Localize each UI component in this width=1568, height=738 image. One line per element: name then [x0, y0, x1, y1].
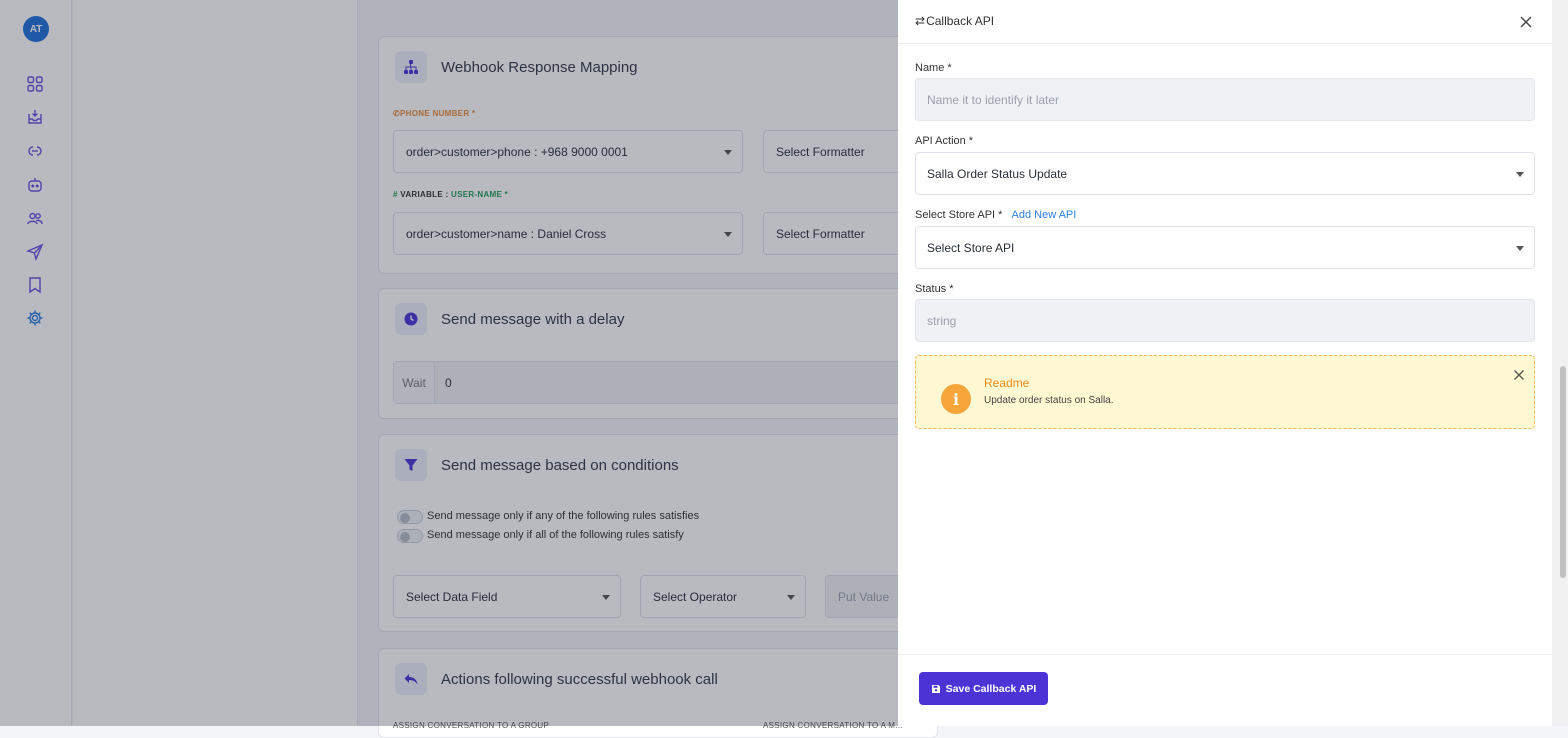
- close-icon[interactable]: [1519, 15, 1533, 29]
- scrollbar-track[interactable]: [1552, 0, 1568, 726]
- readme-close-icon[interactable]: [1513, 368, 1525, 380]
- name-label: Name *: [915, 62, 952, 74]
- readme-title: Readme: [984, 376, 1030, 390]
- callback-api-drawer: ⇄ Callback API Name * Name it to identify…: [898, 0, 1552, 726]
- drawer-title: ⇄ Callback API: [915, 14, 995, 28]
- readme-text: Update order status on Salla.: [984, 395, 1114, 406]
- scrollbar-thumb[interactable]: [1560, 366, 1566, 578]
- readme-notice: i Readme Update order status on Salla.: [915, 355, 1535, 429]
- drawer-footer: Save Callback API: [898, 654, 1552, 726]
- chevron-down-icon: [1516, 171, 1524, 177]
- store-api-select[interactable]: Select Store API: [915, 226, 1535, 269]
- chevron-down-icon: [1516, 245, 1524, 251]
- store-api-label-row: Select Store API * Add New API: [915, 209, 1077, 221]
- save-callback-api-button[interactable]: Save Callback API: [919, 672, 1048, 705]
- status-label: Status *: [915, 283, 954, 295]
- info-icon: i: [941, 384, 971, 414]
- api-action-select[interactable]: Salla Order Status Update: [915, 152, 1535, 195]
- swap-arrows-icon: ⇄: [915, 14, 926, 28]
- name-input[interactable]: Name it to identify it later: [915, 78, 1535, 121]
- add-new-api-link[interactable]: Add New API: [1012, 209, 1077, 221]
- status-input[interactable]: string: [915, 299, 1535, 342]
- floppy-disk-icon: [931, 684, 940, 693]
- drawer-header: ⇄ Callback API: [898, 0, 1552, 44]
- api-action-label: API Action *: [915, 135, 974, 147]
